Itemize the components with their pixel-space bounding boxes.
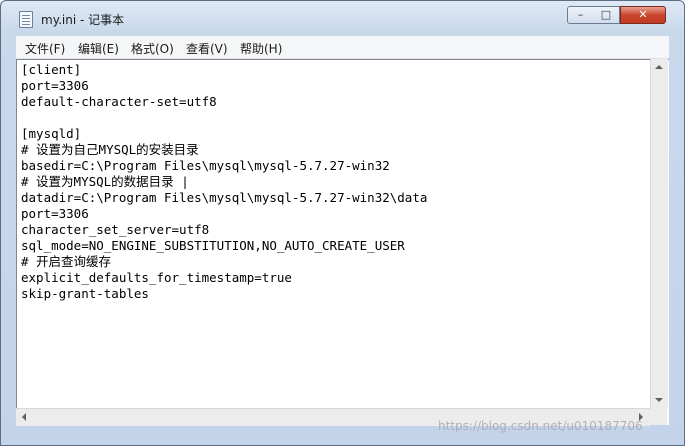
scroll-left-icon[interactable]	[22, 413, 26, 421]
text-line: sql_mode=NO_ENGINE_SUBSTITUTION,NO_AUTO_…	[21, 238, 405, 253]
scrollbar-corner	[650, 408, 667, 425]
menu-file[interactable]: 文件(F)	[25, 40, 65, 57]
text-line: # 设置为MYSQL的数据目录 |	[21, 174, 189, 189]
text-line: # 开启查询缓存	[21, 254, 112, 269]
window-title: my.ini - 记事本	[41, 13, 125, 27]
text-line: skip-grant-tables	[21, 286, 149, 301]
menu-bar: 文件(F) 编辑(E) 格式(O) 查看(V) 帮助(H)	[16, 36, 669, 59]
watermark-text: https://blog.csdn.net/u010187706	[438, 419, 643, 433]
menu-help[interactable]: 帮助(H)	[240, 40, 282, 57]
text-line: explicit_defaults_for_timestamp=true	[21, 270, 292, 285]
maximize-button[interactable]: □	[593, 6, 620, 24]
menu-view[interactable]: 查看(V)	[186, 40, 228, 57]
text-editor[interactable]: [client] port=3306 default-character-set…	[16, 59, 669, 425]
text-line: [client]	[21, 62, 82, 77]
minimize-button[interactable]: –	[567, 6, 594, 24]
text-line: port=3306	[21, 78, 89, 93]
notepad-icon[interactable]	[19, 11, 33, 28]
close-button[interactable]: ✕	[620, 6, 666, 24]
scroll-down-icon[interactable]	[655, 398, 663, 402]
text-line: character_set_server=utf8	[21, 222, 210, 237]
menu-edit[interactable]: 编辑(E)	[78, 40, 119, 57]
text-line: [mysqld]	[21, 126, 82, 141]
text-line: basedir=C:\Program Files\mysql\mysql-5.7…	[21, 158, 390, 173]
text-line: port=3306	[21, 206, 89, 221]
title-bar[interactable]: my.ini - 记事本 – □ ✕	[1, 1, 684, 34]
text-line: default-character-set=utf8	[21, 94, 217, 109]
editor-content[interactable]: [client] port=3306 default-character-set…	[21, 62, 427, 302]
text-line: # 设置为自己MYSQL的安装目录	[21, 142, 199, 157]
vertical-scrollbar[interactable]	[650, 59, 668, 408]
scroll-up-icon[interactable]	[655, 65, 663, 69]
menu-format[interactable]: 格式(O)	[131, 40, 174, 57]
text-line: datadir=C:\Program Files\mysql\mysql-5.7…	[21, 190, 428, 205]
